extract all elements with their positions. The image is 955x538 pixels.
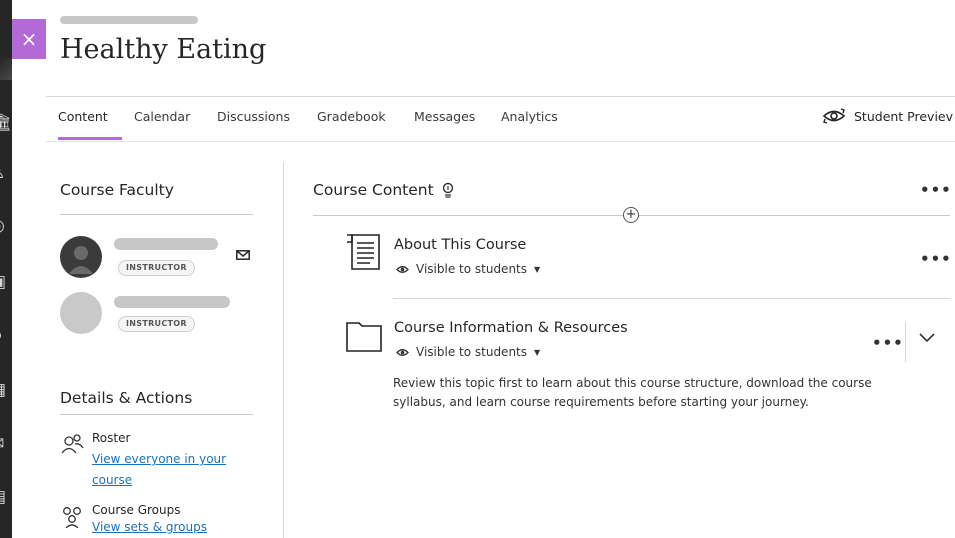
visibility-label: Visible to students [416, 345, 527, 359]
user-icon[interactable]: ♙ [0, 161, 12, 185]
eye-icon [396, 265, 409, 273]
details-actions-heading: Details & Actions [60, 389, 193, 407]
student-preview-label: Student Previev [854, 108, 954, 124]
item-more-button[interactable]: ••• [920, 252, 952, 267]
roster-link-line-2[interactable]: course [92, 470, 226, 491]
tab-messages[interactable]: Messages [414, 109, 475, 124]
course-content-more-button[interactable]: ••• [920, 183, 952, 198]
roster-link-line-1[interactable]: View everyone in your [92, 449, 226, 470]
course-content-heading-row: Course Content [313, 181, 454, 199]
courses-icon[interactable]: ▣ [0, 270, 12, 294]
globe-icon[interactable]: ◎ [0, 214, 12, 238]
role-badge: INSTRUCTOR [118, 260, 195, 276]
avatar-silhouette-icon [69, 246, 93, 274]
view-sets-groups-link[interactable]: View sets & groups [92, 517, 207, 538]
lightbulb-icon[interactable] [442, 182, 454, 198]
institution-icon[interactable]: 🏛 [0, 111, 12, 135]
item-divider [393, 298, 950, 299]
course-groups-label: Course Groups [92, 503, 181, 517]
caret-down-icon: ▼ [534, 264, 541, 274]
header-divider [46, 96, 955, 97]
more-icon: ••• [920, 250, 952, 268]
calendar-icon[interactable]: ▦ [0, 378, 12, 402]
course-title: Healthy Eating [60, 34, 267, 65]
visibility-dropdown[interactable]: Visible to students ▼ [396, 345, 540, 359]
active-tab-indicator [58, 137, 122, 140]
eye-refresh-icon [822, 108, 846, 124]
nav-divider [46, 141, 955, 142]
eye-icon [396, 348, 409, 356]
folder-icon [346, 322, 382, 352]
actions-separator [905, 322, 906, 362]
avatar[interactable] [60, 292, 102, 334]
tab-analytics[interactable]: Analytics [501, 109, 558, 124]
course-groups-icon [63, 507, 81, 528]
breadcrumb-redacted [60, 16, 198, 24]
faculty-name-redacted [114, 238, 218, 250]
grades-icon[interactable]: ▤ [0, 485, 12, 509]
close-icon: × [20, 27, 38, 51]
more-icon: ••• [920, 181, 952, 199]
left-navigation-rail: 🏛 ♙ ◎ ▣ ♁ ▦ ✉ ▤ [0, 0, 12, 538]
mail-icon[interactable]: ✉ [0, 432, 12, 456]
role-badge: INSTRUCTOR [118, 316, 195, 332]
course-faculty-heading: Course Faculty [60, 181, 174, 199]
tab-gradebook[interactable]: Gradebook [317, 109, 386, 124]
panel-divider [283, 162, 284, 538]
message-icon[interactable] [236, 250, 250, 260]
item-title-about[interactable]: About This Course [394, 237, 526, 253]
faculty-name-redacted [114, 296, 230, 308]
view-everyone-link[interactable]: View everyone in your course [92, 449, 226, 491]
tab-content[interactable]: Content [58, 109, 108, 124]
details-rule [60, 414, 253, 415]
caret-down-icon: ▼ [534, 347, 541, 357]
roster-label: Roster [92, 431, 131, 445]
tab-discussions[interactable]: Discussions [217, 109, 290, 124]
visibility-label: Visible to students [416, 262, 527, 276]
roster-icon [61, 434, 84, 454]
rail-shade [0, 58, 12, 80]
document-icon [347, 234, 380, 270]
faculty-rule [60, 214, 253, 215]
item-more-button[interactable]: ••• [872, 336, 904, 351]
item-description: Review this topic first to learn about t… [393, 376, 872, 409]
close-course-button[interactable]: × [12, 19, 46, 59]
visibility-dropdown[interactable]: Visible to students ▼ [396, 262, 540, 276]
tab-calendar[interactable]: Calendar [134, 109, 190, 124]
course-content-heading: Course Content [313, 181, 434, 199]
chevron-down-icon[interactable] [919, 333, 935, 343]
item-title-course-info[interactable]: Course Information & Resources [394, 320, 628, 336]
groups-icon[interactable]: ♁ [0, 323, 12, 347]
more-icon: ••• [872, 334, 904, 352]
plus-icon: + [625, 207, 637, 222]
avatar[interactable] [60, 236, 102, 278]
add-content-button[interactable]: + [623, 207, 639, 223]
student-preview-button[interactable]: Student Previev [822, 108, 953, 124]
